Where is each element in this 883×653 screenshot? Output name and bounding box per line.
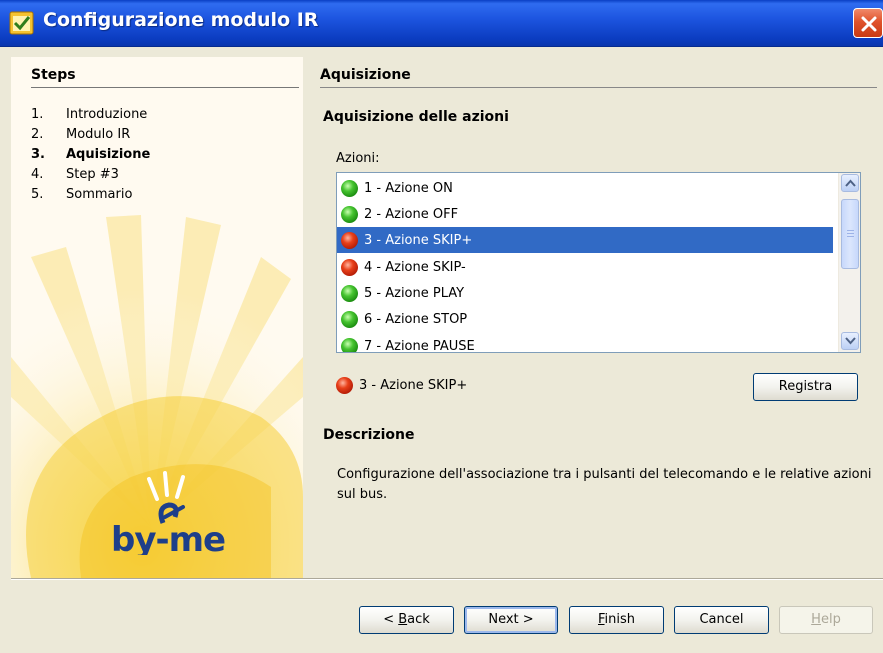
status-green-icon <box>341 337 358 352</box>
list-item-label: 7 - Azione PAUSE <box>364 338 475 353</box>
steps-sidebar: Steps 1. Introduzione 2. Modulo IR 3. Aquis… <box>11 57 303 578</box>
status-green-icon <box>341 179 358 197</box>
list-item[interactable]: 2 - Azione OFF <box>337 201 833 227</box>
main-panel: Aquisizione Aquisizione delle azioni Azi… <box>303 57 883 578</box>
back-prefix: < <box>383 612 399 627</box>
status-red-icon <box>341 258 358 276</box>
steps-list: 1. Introduzione 2. Modulo IR 3. Aquisizione… <box>31 106 150 206</box>
list-item-label: 1 - Azione ON <box>364 180 453 196</box>
status-red-icon <box>341 231 358 249</box>
close-icon <box>861 16 877 32</box>
status-green-icon <box>341 284 358 302</box>
title-bar: Configurazione modulo IR <box>0 0 883 47</box>
back-mnemonic: B <box>398 612 408 627</box>
status-green-icon <box>341 205 358 223</box>
current-action: 3 - Azione SKIP+ <box>336 377 467 394</box>
next-button[interactable]: Next > <box>464 606 558 634</box>
step-item-active: 3. Aquisizione <box>31 146 150 166</box>
step-item: 4. Step #3 <box>31 166 150 186</box>
current-action-label: 3 - Azione SKIP+ <box>359 378 468 393</box>
back-button[interactable]: < Back <box>359 606 454 634</box>
step-number: 1. <box>31 107 44 122</box>
step-label: Step #3 <box>66 167 119 182</box>
panel-title: Aquisizione <box>320 67 411 83</box>
list-item-label: 2 - Azione OFF <box>364 206 459 222</box>
scroll-thumb[interactable] <box>841 199 859 269</box>
finish-button[interactable]: Finish <box>569 606 664 634</box>
by-me-logo: by-me <box>111 471 226 555</box>
list-item[interactable]: 5 - Azione PLAY <box>337 280 833 306</box>
status-green-icon <box>341 310 358 328</box>
step-label: Introduzione <box>66 107 148 122</box>
step-number: 4. <box>31 167 44 182</box>
list-item-label: 5 - Azione PLAY <box>364 285 465 301</box>
scroll-up-button[interactable] <box>841 174 859 192</box>
description-text: Configurazione dell'associazione tra i p… <box>337 467 872 502</box>
help-mnemonic: H <box>811 612 821 627</box>
help-button[interactable]: Help <box>779 606 873 634</box>
step-label: Sommario <box>66 187 133 202</box>
section-title: Aquisizione delle azioni <box>323 109 509 125</box>
list-item-selected[interactable]: 3 - Azione SKIP+ <box>337 227 833 253</box>
list-item[interactable]: 1 - Azione ON <box>337 175 833 201</box>
help-rest: elp <box>820 612 841 627</box>
step-item: 2. Modulo IR <box>31 126 150 146</box>
step-number: 2. <box>31 127 44 142</box>
step-label: Modulo IR <box>66 127 131 142</box>
footer-divider <box>11 578 883 580</box>
scroll-down-button[interactable] <box>841 332 859 350</box>
list-item-label: 4 - Azione SKIP- <box>364 259 466 275</box>
steps-divider <box>31 87 299 88</box>
step-number: 3. <box>31 147 45 162</box>
step-item: 5. Sommario <box>31 186 150 206</box>
list-item[interactable]: 4 - Azione SKIP- <box>337 254 833 280</box>
list-item[interactable]: 6 - Azione STOP <box>337 306 833 332</box>
status-red-icon <box>336 377 353 394</box>
list-item-label: 3 - Azione SKIP+ <box>364 232 473 248</box>
back-rest: ack <box>407 612 430 627</box>
cancel-button[interactable]: Cancel <box>674 606 769 634</box>
step-label: Aquisizione <box>66 147 151 162</box>
record-button[interactable]: Registra <box>753 373 858 401</box>
list-item-label: 6 - Azione STOP <box>364 311 468 327</box>
window-title: Configurazione modulo IR <box>43 9 319 31</box>
app-icon <box>9 11 34 35</box>
steps-title: Steps <box>31 67 76 83</box>
svg-text:by-me: by-me <box>111 520 225 555</box>
actions-list-label: Azioni: <box>336 151 380 166</box>
close-button[interactable] <box>853 8 883 38</box>
list-item[interactable]: 7 - Azione PAUSE <box>337 333 833 353</box>
step-number: 5. <box>31 187 44 202</box>
finish-rest: inish <box>604 612 636 627</box>
actions-listbox[interactable]: 1 - Azione ON 2 - Azione OFF 3 - Azione … <box>336 172 861 353</box>
chevron-down-icon <box>845 337 856 345</box>
vertical-scrollbar[interactable] <box>838 173 860 352</box>
chevron-up-icon <box>845 179 856 187</box>
description-title: Descrizione <box>323 427 415 443</box>
step-item: 1. Introduzione <box>31 106 150 126</box>
panel-divider <box>320 87 877 88</box>
